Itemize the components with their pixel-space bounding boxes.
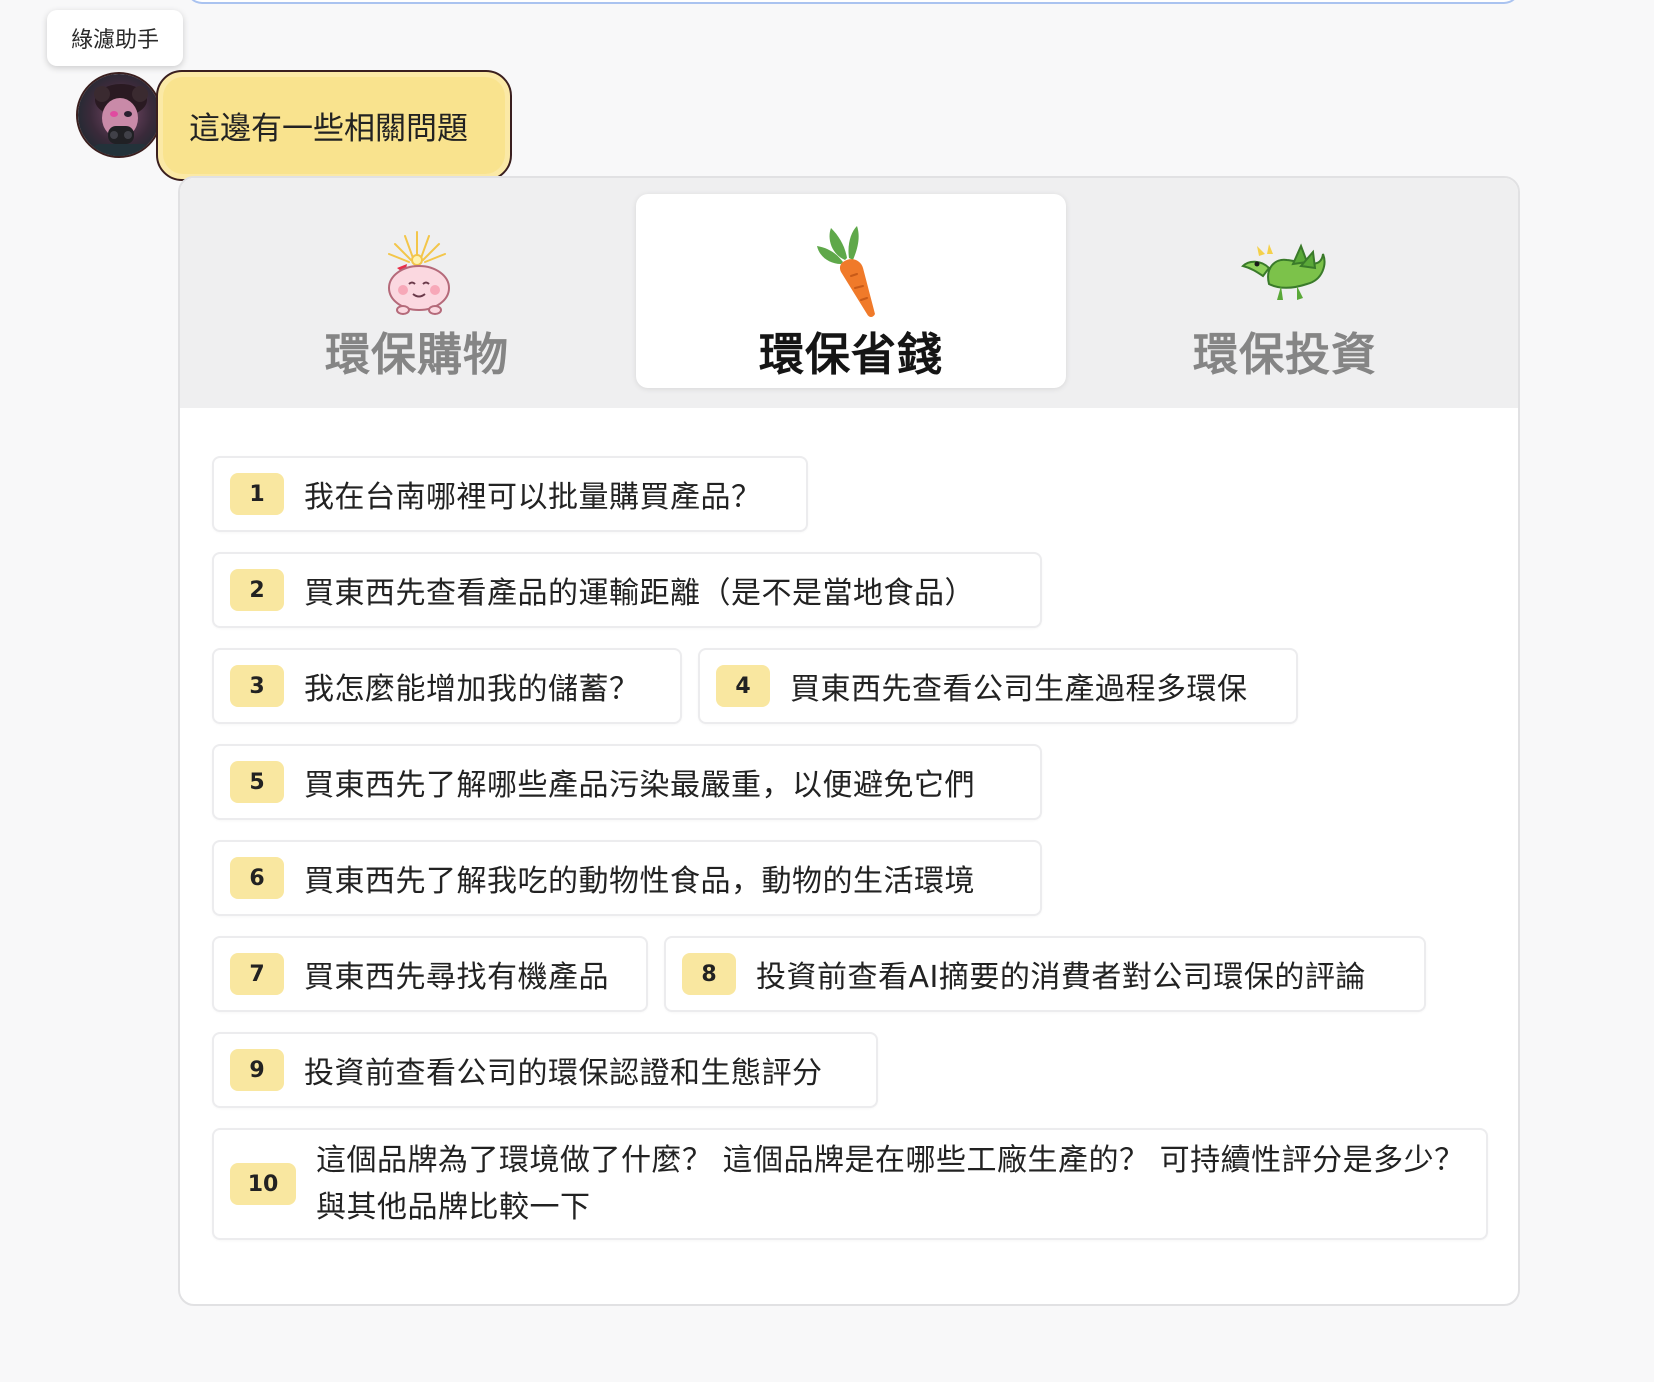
assistant-name-tag: 綠濾助手: [47, 10, 184, 66]
question-text: 買東西先尋找有機產品: [304, 960, 609, 995]
question-number: 6: [230, 857, 284, 899]
question-number: 2: [230, 569, 284, 611]
question-chip-8[interactable]: 8 投資前查看AI摘要的消費者對公司環保的評論: [664, 936, 1426, 1012]
assistant-avatar: [76, 72, 162, 158]
question-number: 1: [230, 473, 284, 515]
question-text: 這個品牌為了環境做了什麼？ 這個品牌是在哪些工廠生產的？ 可持續性評分是多少？與…: [316, 1143, 1465, 1225]
question-text: 我在台南哪裡可以批量購買產品？: [304, 480, 762, 515]
question-text: 投資前查看公司的環保認證和生態評分: [304, 1056, 823, 1091]
question-text: 我怎麼能增加我的儲蓄？: [304, 672, 640, 707]
question-chip-1[interactable]: 1 我在台南哪裡可以批量購買產品？: [212, 456, 808, 532]
dragon-icon: [1241, 243, 1326, 300]
assistant-name: 綠濾助手: [71, 28, 160, 53]
assistant-message-bubble: 這邊有一些相關問題: [156, 70, 512, 181]
question-number: 3: [230, 665, 284, 707]
question-number: 4: [716, 665, 770, 707]
question-text: 投資前查看AI摘要的消費者對公司環保的評論: [756, 960, 1366, 995]
question-number: 7: [230, 953, 284, 995]
question-chip-7[interactable]: 7 買東西先尋找有機產品: [212, 936, 648, 1012]
tab-label: 環保購物: [324, 328, 509, 381]
question-chip-2[interactable]: 2 買東西先查看產品的運輸距離（是不是當地食品）: [212, 552, 1042, 628]
category-tab-bar: 環保購物 環保省錢 環保投資: [180, 178, 1518, 408]
question-text: 買東西先了解我吃的動物性食品，動物的生活環境: [304, 864, 975, 899]
previous-message-edge: [186, 0, 1520, 4]
tab-eco-investing[interactable]: 環保投資: [1070, 194, 1500, 388]
question-number: 10: [230, 1163, 296, 1205]
question-text: 買東西先了解哪些產品污染最嚴重，以便避免它們: [304, 768, 975, 803]
question-chip-4[interactable]: 4 買東西先查看公司生產過程多環保: [698, 648, 1298, 724]
chat-page: 綠濾助手 這邊有一些相關問題 環保購物 環保省錢 環保投資 1 我在台南哪裡可以…: [0, 0, 1654, 1382]
question-text: 買東西先查看公司生產過程多環保: [790, 672, 1248, 707]
assistant-message-text: 這邊有一些相關問題: [189, 111, 468, 147]
question-text: 買東西先查看產品的運輸距離（是不是當地食品）: [304, 576, 975, 611]
question-chip-9[interactable]: 9 投資前查看公司的環保認證和生態評分: [212, 1032, 878, 1108]
question-chip-10[interactable]: 10 這個品牌為了環境做了什麼？ 這個品牌是在哪些工廠生產的？ 可持續性評分是多…: [212, 1128, 1488, 1240]
carrot-icon: [817, 226, 875, 317]
question-chip-6[interactable]: 6 買東西先了解我吃的動物性食品，動物的生活環境: [212, 840, 1042, 916]
question-chip-5[interactable]: 5 買東西先了解哪些產品污染最嚴重，以便避免它們: [212, 744, 1042, 820]
tab-label: 環保省錢: [758, 328, 943, 381]
sparkling-pig-icon: [388, 231, 450, 315]
question-number: 8: [682, 953, 736, 995]
tab-eco-saving[interactable]: 環保省錢: [636, 194, 1066, 388]
tab-eco-shopping[interactable]: 環保購物: [202, 194, 632, 388]
related-questions-card: 環保購物 環保省錢 環保投資 1 我在台南哪裡可以批量購買產品？ 2 買東西先查…: [178, 176, 1520, 1306]
question-number: 5: [230, 761, 284, 803]
question-chip-3[interactable]: 3 我怎麼能增加我的儲蓄？: [212, 648, 682, 724]
tab-label: 環保投資: [1192, 328, 1377, 381]
question-number: 9: [230, 1049, 284, 1091]
